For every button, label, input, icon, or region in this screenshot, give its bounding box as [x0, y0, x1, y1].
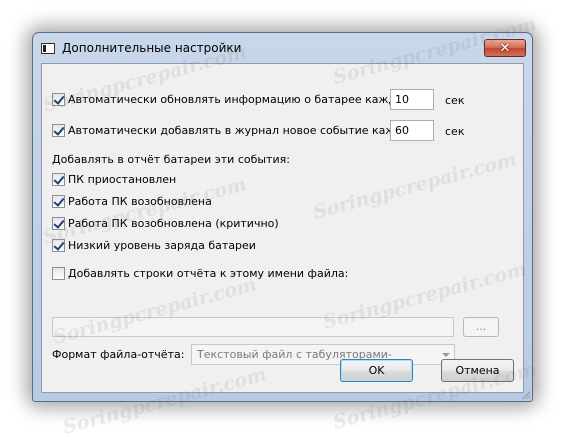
- auto-update-unit: сек: [445, 94, 465, 107]
- app-icon: [41, 43, 55, 54]
- file-format-label: Формат файла-отчёта:: [52, 348, 185, 361]
- event-checkbox[interactable]: [52, 195, 65, 208]
- auto-update-option[interactable]: Автоматически обновлять информацию о бат…: [52, 93, 411, 106]
- browse-button[interactable]: ...: [463, 317, 499, 337]
- event-checkbox[interactable]: [52, 173, 65, 186]
- file-format-select[interactable]: Текстовый файл с табуляторами-разделител…: [191, 344, 455, 365]
- auto-log-interval-input[interactable]: 60: [390, 120, 434, 141]
- resize-grip-icon[interactable]: [520, 389, 530, 399]
- event-item-suspended[interactable]: ПК приостановлен: [52, 173, 176, 186]
- append-file-option[interactable]: Добавлять строки отчёта к этому имени фа…: [52, 267, 348, 280]
- append-file-checkbox[interactable]: [52, 267, 65, 280]
- chevron-down-icon: [442, 353, 450, 357]
- auto-log-option[interactable]: Автоматически добавлять в журнал новое с…: [52, 124, 418, 137]
- append-file-label: Добавлять строки отчёта к этому имени фа…: [68, 267, 349, 280]
- event-checkbox[interactable]: [52, 217, 65, 230]
- dialog-content: Автоматически обновлять информацию о бат…: [41, 63, 524, 393]
- settings-dialog: Дополнительные настройки ✕ Автоматически…: [32, 32, 533, 402]
- event-item-resumed[interactable]: Работа ПК возобновлена: [52, 195, 212, 208]
- auto-update-checkbox[interactable]: [52, 93, 65, 106]
- cancel-button[interactable]: Отмена: [441, 359, 514, 382]
- auto-log-checkbox[interactable]: [52, 124, 65, 137]
- close-button[interactable]: ✕: [484, 39, 526, 57]
- auto-update-interval-input[interactable]: 10: [390, 89, 434, 110]
- file-path-input[interactable]: [52, 317, 454, 337]
- event-label: ПК приостановлен: [68, 173, 177, 186]
- close-icon: ✕: [499, 40, 511, 56]
- event-item-low-battery[interactable]: Низкий уровень заряда батареи: [52, 239, 256, 252]
- auto-log-unit: сек: [445, 125, 465, 138]
- events-heading: Добавлять в отчёт батареи эти события:: [52, 153, 290, 166]
- event-label: Работа ПК возобновлена: [68, 195, 212, 208]
- event-item-resumed-critical[interactable]: Работа ПК возобновлена (критично): [52, 217, 279, 230]
- auto-log-label: Автоматически добавлять в журнал новое с…: [68, 124, 419, 137]
- title-bar[interactable]: Дополнительные настройки ✕: [33, 33, 532, 63]
- event-checkbox[interactable]: [52, 239, 65, 252]
- event-label: Низкий уровень заряда батареи: [68, 239, 256, 252]
- window-title: Дополнительные настройки: [62, 41, 242, 55]
- event-label: Работа ПК возобновлена (критично): [68, 217, 279, 230]
- auto-update-label: Автоматически обновлять информацию о бат…: [68, 93, 412, 106]
- ok-button[interactable]: OK: [340, 359, 413, 382]
